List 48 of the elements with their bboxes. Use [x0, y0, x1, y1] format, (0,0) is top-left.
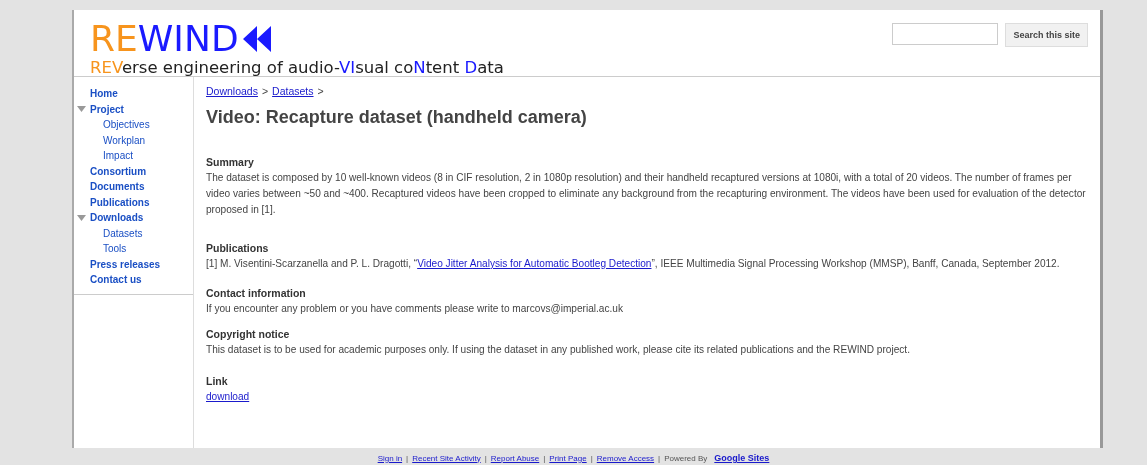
- sidebar-link[interactable]: Impact: [103, 150, 133, 162]
- footer-link[interactable]: Remove Access: [596, 453, 655, 463]
- footer-separator: |: [658, 453, 661, 463]
- site-logo: REWIND: [90, 20, 504, 58]
- section-heading: Publications: [206, 240, 270, 256]
- sidebar-link[interactable]: Consortium: [90, 165, 147, 177]
- sidebar-link[interactable]: Press releases: [90, 258, 161, 270]
- sidebar-link[interactable]: Project: [90, 103, 124, 115]
- site-tagline: REVerse engineering of audio-VIsual coNtent Data: [90, 58, 504, 78]
- brand-link[interactable]: Google Sites: [714, 453, 770, 463]
- section-text: This dataset is to be used for academic purposes only. If using the dataset in any published work, please cite its related publications and the REWIND project.: [206, 343, 911, 357]
- sidebar-link[interactable]: Objectives: [103, 119, 150, 131]
- sidebar-link[interactable]: Contact us: [90, 274, 142, 286]
- footer-separator: |: [406, 453, 409, 463]
- sidebar-link[interactable]: Home: [90, 88, 118, 100]
- rewind-icon: [242, 26, 273, 52]
- powered-by-text: Powered By: [664, 453, 708, 463]
- sidebar-link[interactable]: Publications: [90, 196, 150, 208]
- section-heading: Copyright notice: [206, 327, 291, 342]
- footer-link[interactable]: Print Page: [549, 453, 587, 463]
- sidebar-link[interactable]: Downloads: [90, 212, 144, 224]
- footer-separator: |: [543, 453, 546, 463]
- footer-separator: |: [590, 453, 593, 463]
- section-heading: Link: [206, 374, 229, 390]
- sidebar-link[interactable]: Documents: [90, 181, 145, 193]
- expanded-triangle-icon[interactable]: [77, 214, 86, 221]
- footer-link[interactable]: Report Abuse: [490, 453, 540, 463]
- page-title: Video: Recapture dataset (handheld camera): [206, 107, 588, 128]
- breadcrumb-link[interactable]: Downloads: [206, 85, 258, 97]
- footer-link[interactable]: Recent Site Activity: [412, 453, 481, 463]
- search-button[interactable]: Search this site: [1005, 23, 1088, 47]
- breadcrumb-separator: >: [261, 85, 269, 97]
- expanded-triangle-icon[interactable]: [77, 106, 86, 113]
- section-text: If you encounter any problem or you have comments please write to marcovs@imperial.ac.uk: [206, 301, 624, 316]
- download-link[interactable]: download: [206, 389, 1088, 406]
- breadcrumb-separator: >: [317, 85, 324, 97]
- section-heading: Summary: [206, 155, 255, 170]
- sidebar-link[interactable]: Tools: [103, 243, 127, 255]
- footer-separator: |: [484, 453, 487, 463]
- section-text: The dataset is composed by 10 well-known videos (8 in CIF resolution, 2 in 1080p resolution) and their handheld recaptured versions at 1080i, with a total of 20 videos. The number of frames per video varies between ~50 and ~400. Recaptured videos have been cropped to eliminate any background from the recapturing environment. The videos have been used for evaluation of the detector proposed in [1].: [206, 171, 1087, 218]
- footer-link[interactable]: Sign in: [377, 453, 403, 463]
- sidebar-link[interactable]: Datasets: [103, 227, 143, 239]
- sidebar-link[interactable]: Workplan: [103, 134, 146, 146]
- search-field[interactable]: [892, 23, 999, 45]
- section-heading: Contact information: [206, 285, 307, 301]
- breadcrumb-link[interactable]: Datasets: [272, 85, 314, 97]
- section-text: [1] M. Visentini-Scarzanella and P. L. Dragotti, “Video Jitter Analysis for Automatic Bootleg Detection”, IEEE Multimedia Signal Processing Workshop (MMSP), Banff, Canada, September 2012.: [206, 256, 1061, 271]
- publication-link[interactable]: Video Jitter Analysis for Automatic Bootleg Detection: [417, 257, 652, 269]
